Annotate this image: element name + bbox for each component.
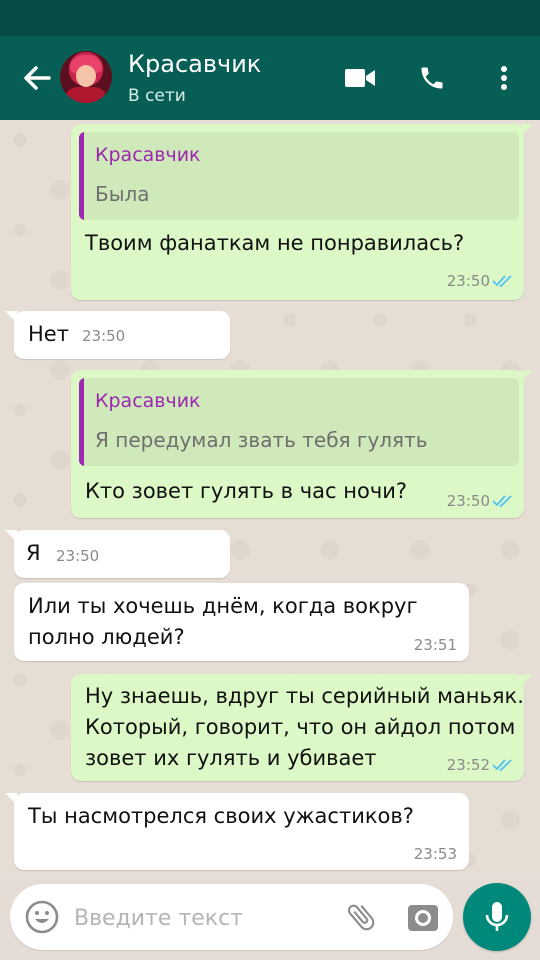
emoji-button[interactable] [22,897,62,937]
camera-icon [408,905,438,931]
microphone-icon [485,902,509,931]
more-vertical-icon [501,66,507,90]
quoted-author: Красавчик [95,390,201,412]
message-time: 23:50 [56,547,100,565]
voice-call-button[interactable] [410,58,454,98]
video-camera-icon [345,69,375,87]
message-bubble[interactable]: Красавчик Я передумал звать тебя гулять … [71,370,533,518]
message-meta: 23:52 [447,756,514,774]
paperclip-icon [347,904,375,931]
message-bubble[interactable]: Нет 23:50 [5,311,230,359]
message-text: Твоим фанаткам не понравилась? [85,231,465,255]
message-bubble[interactable]: Ну знаешь, вдруг ты серийный маньяк. Кот… [71,674,533,781]
arrow-left-icon [24,66,51,90]
double-check-icon [492,495,512,508]
avatar[interactable] [60,51,112,103]
message-time: 23:51 [413,636,457,654]
message-text: Или ты хочешь днём, когда вокруг полно л… [28,594,418,649]
quoted-text: Я передумал звать тебя гулять [95,428,428,452]
message-meta: 23:50 [82,327,125,345]
quoted-author: Красавчик [95,144,201,166]
message-time: 23:50 [446,492,490,510]
quoted-message[interactable]: Красавчик Я передумал звать тебя гулять [79,378,519,466]
message-bubble[interactable]: Ты насмотрелся своих ужастиков? 23:53 [5,793,469,870]
contact-status: В сети [128,86,186,106]
message-meta: 23:53 [414,845,457,863]
camera-button[interactable] [402,897,444,937]
message-meta: 23:51 [414,636,457,654]
message-bubble[interactable]: Или ты хочешь днём, когда вокруг полно л… [14,583,469,661]
message-time: 23:50 [446,272,490,290]
message-time: 23:52 [446,756,490,774]
chat-header: Красавчик В сети [0,36,540,120]
message-meta: 23:50 [447,492,514,510]
chat-area[interactable]: Красавчик Была Твоим фанаткам не понрави… [0,120,540,874]
message-meta: 23:50 [56,547,99,565]
message-text: Нет [28,322,69,346]
double-check-icon [492,759,512,772]
phone-icon [421,67,443,89]
back-button[interactable] [14,58,60,98]
message-text: Кто зовет гулять в час ночи? [85,479,408,503]
message-time: 23:53 [413,845,457,863]
emoji-icon [25,900,59,934]
message-bubble[interactable]: Красавчик Была Твоим фанаткам не понрави… [71,124,533,300]
message-text: Ты насмотрелся своих ужастиков? [28,804,414,828]
voice-message-button[interactable] [463,883,531,951]
attach-button[interactable] [340,897,382,937]
menu-button[interactable] [482,58,526,98]
message-meta: 23:50 [447,272,514,290]
quoted-text: Была [95,182,150,206]
message-input[interactable] [72,897,336,939]
status-bar [0,0,540,36]
message-time: 23:50 [82,327,126,345]
contact-name[interactable]: Красавчик [128,50,261,78]
composer [10,884,453,950]
quoted-message[interactable]: Красавчик Была [79,132,519,220]
message-bubble[interactable]: Я 23:50 [5,530,230,578]
double-check-icon [492,275,512,288]
message-text: Я [26,541,41,565]
video-call-button[interactable] [338,58,382,98]
composer-bar [0,874,540,960]
